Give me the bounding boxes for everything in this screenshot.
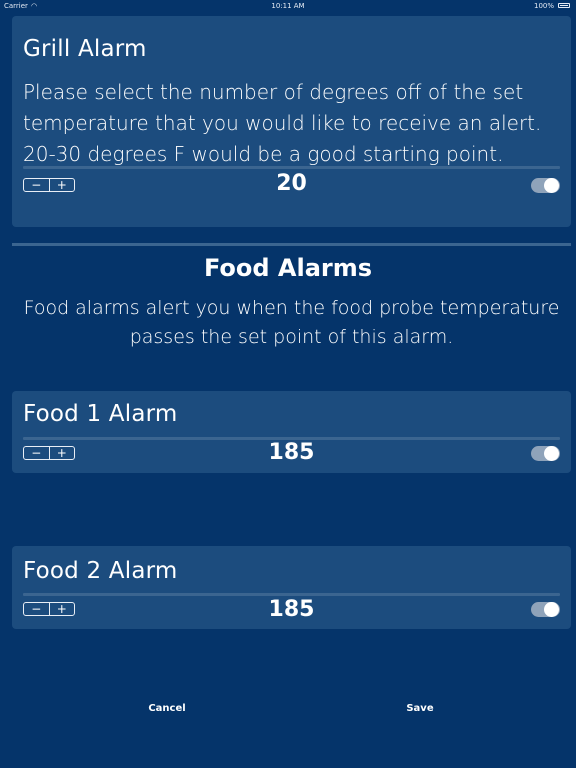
toggle-knob [544, 446, 559, 461]
battery-percentage: 100% [533, 2, 554, 10]
grill-alarm-value: 20 [276, 171, 307, 196]
grill-alarm-title: Grill Alarm [23, 36, 147, 62]
food2-alarm-value: 185 [268, 597, 315, 622]
food2-alarm-card: Food 2 Alarm − + 185 [12, 546, 571, 629]
section-divider [12, 243, 571, 246]
food-alarms-description: Food alarms alert you when the food prob… [23, 297, 560, 348]
food2-alarm-toggle[interactable] [531, 602, 560, 617]
food1-alarm-card: Food 1 Alarm − + 185 [12, 391, 571, 473]
status-bar: Carrier ◠ 10:11 AM 100% [0, 0, 576, 12]
battery-icon [558, 3, 570, 8]
food1-alarm-title: Food 1 Alarm [23, 401, 178, 427]
grill-alarm-description: Please select the number of degrees off … [23, 80, 542, 166]
food1-alarm-toggle[interactable] [531, 446, 560, 461]
food-alarms-heading: Food Alarms [203, 254, 373, 282]
cancel-button[interactable]: Cancel [127, 703, 207, 714]
save-button[interactable]: Save [380, 703, 460, 714]
toggle-knob [544, 178, 559, 193]
food1-alarm-value: 185 [268, 440, 315, 465]
grill-alarm-toggle[interactable] [531, 178, 560, 193]
status-time: 10:11 AM [271, 2, 305, 10]
food2-alarm-slider-track [23, 593, 560, 596]
toggle-knob [544, 602, 559, 617]
grill-alarm-card: Grill Alarm Please select the number of … [12, 16, 571, 227]
grill-alarm-slider-track [23, 166, 560, 169]
food2-alarm-title: Food 2 Alarm [23, 558, 178, 584]
